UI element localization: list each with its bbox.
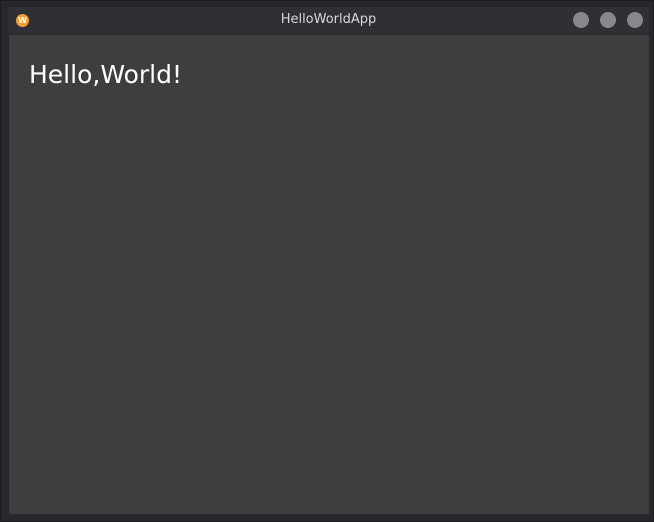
content-area: Hello,World!: [9, 35, 649, 514]
minimize-button[interactable]: [573, 12, 589, 28]
app-window: W HelloWorldApp Hello,World!: [0, 0, 654, 522]
close-button[interactable]: [627, 12, 643, 28]
greeting-label: Hello,World!: [29, 60, 182, 89]
title-bar[interactable]: W HelloWorldApp: [8, 7, 649, 35]
window-title: HelloWorldApp: [280, 12, 377, 27]
window-controls: [573, 12, 643, 29]
maximize-button[interactable]: [600, 12, 616, 28]
